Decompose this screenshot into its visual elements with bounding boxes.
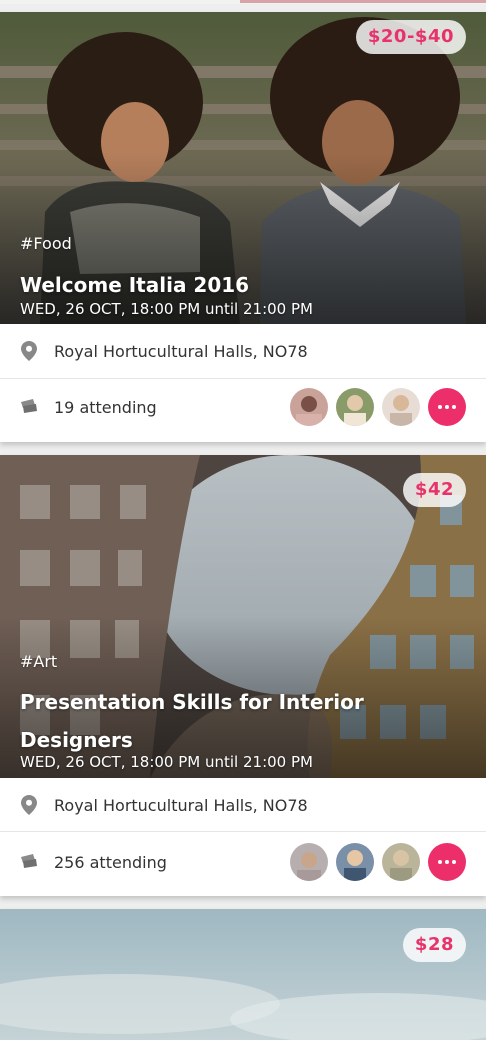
attendee-avatars (282, 843, 466, 881)
attendee-avatar[interactable] (382, 388, 420, 426)
event-datetime: WED, 26 OCT, 18:00 PM until 21:00 PM (20, 300, 313, 318)
event-location-row[interactable]: Royal Hortucultural Halls, NO78 (0, 324, 486, 378)
divider (0, 378, 486, 379)
event-title[interactable]: Welcome Italia 2016 (20, 266, 440, 304)
location-pin-icon (18, 794, 40, 816)
event-cover-image: $28 (0, 909, 486, 1040)
attendee-avatars (282, 388, 466, 426)
event-card[interactable]: $42 #Art Presentation Skills for Interio… (0, 455, 486, 896)
top-status-strip (0, 0, 486, 4)
attendee-avatar[interactable] (290, 843, 328, 881)
more-button[interactable] (428, 843, 466, 881)
attending-count: 19 attending (54, 397, 157, 417)
attendee-avatar[interactable] (336, 388, 374, 426)
event-category-tag[interactable]: #Art (20, 652, 57, 671)
attendee-avatar[interactable] (336, 843, 374, 881)
more-button[interactable] (428, 388, 466, 426)
event-datetime: WED, 26 OCT, 18:00 PM until 21:00 PM (20, 753, 313, 771)
price-badge: $42 (402, 473, 466, 507)
event-location: Royal Hortucultural Halls, NO78 (54, 341, 308, 361)
top-accent-line (240, 0, 486, 3)
event-card[interactable]: $28 (0, 909, 486, 1040)
event-category-tag[interactable]: #Food (20, 234, 72, 253)
price-badge: $20-$40 (355, 20, 466, 54)
event-cover-image: $20-$40 #Food Welcome Italia 2016 WED, 2… (0, 12, 486, 324)
tickets-icon (18, 396, 40, 418)
event-location: Royal Hortucultural Halls, NO78 (54, 795, 308, 815)
price-badge: $28 (402, 928, 466, 962)
divider (0, 831, 486, 832)
attending-count: 256 attending (54, 852, 167, 872)
event-cover-image: $42 #Art Presentation Skills for Interio… (0, 455, 486, 778)
location-pin-icon (18, 340, 40, 362)
event-attendance-row: 256 attending (0, 835, 486, 889)
attendee-avatar[interactable] (382, 843, 420, 881)
attendee-avatar[interactable] (290, 388, 328, 426)
event-card[interactable]: $20-$40 #Food Welcome Italia 2016 WED, 2… (0, 12, 486, 442)
tickets-icon (18, 851, 40, 873)
event-title[interactable]: Presentation Skills for Interior Designe… (20, 683, 440, 759)
event-attendance-row: 19 attending (0, 380, 486, 434)
event-location-row[interactable]: Royal Hortucultural Halls, NO78 (0, 778, 486, 832)
